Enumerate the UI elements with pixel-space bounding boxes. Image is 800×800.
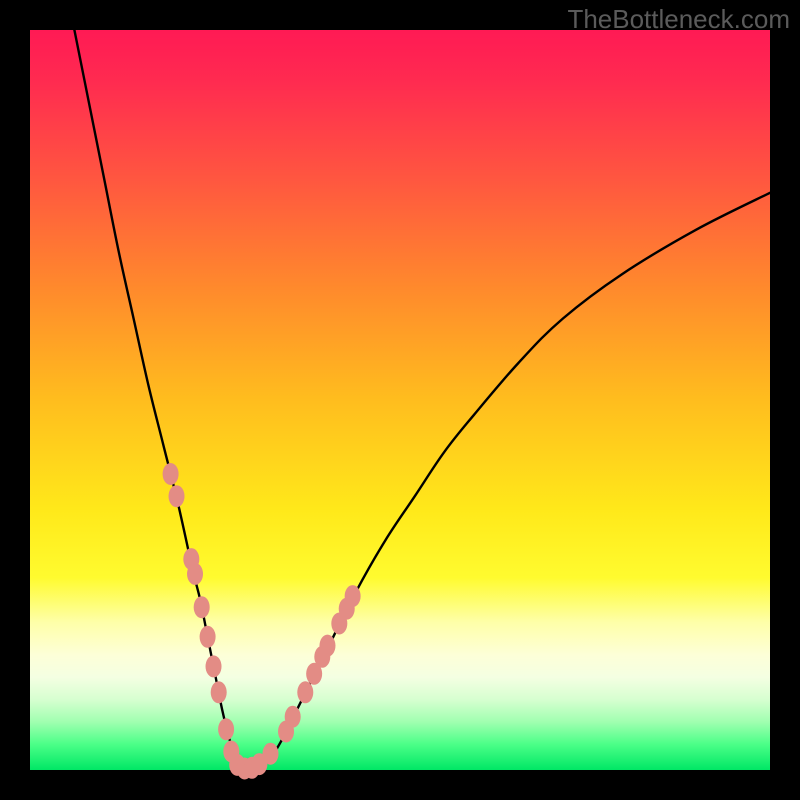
marker-dot [187, 563, 203, 585]
marker-dot [345, 585, 361, 607]
marker-dot [200, 626, 216, 648]
marker-dot [297, 681, 313, 703]
marker-dot [169, 485, 185, 507]
marker-dot [194, 596, 210, 618]
marker-dot [218, 718, 234, 740]
plot-area [30, 30, 770, 770]
bottleneck-curve [74, 30, 770, 771]
marker-dot [263, 743, 279, 765]
marker-dot [211, 681, 227, 703]
marker-dot [206, 655, 222, 677]
watermark-text: TheBottleneck.com [567, 4, 790, 35]
chart-svg [30, 30, 770, 770]
chart-frame: TheBottleneck.com [0, 0, 800, 800]
marker-dot [319, 635, 335, 657]
marker-dot [285, 706, 301, 728]
marker-dot [163, 463, 179, 485]
curve-markers [163, 463, 361, 780]
